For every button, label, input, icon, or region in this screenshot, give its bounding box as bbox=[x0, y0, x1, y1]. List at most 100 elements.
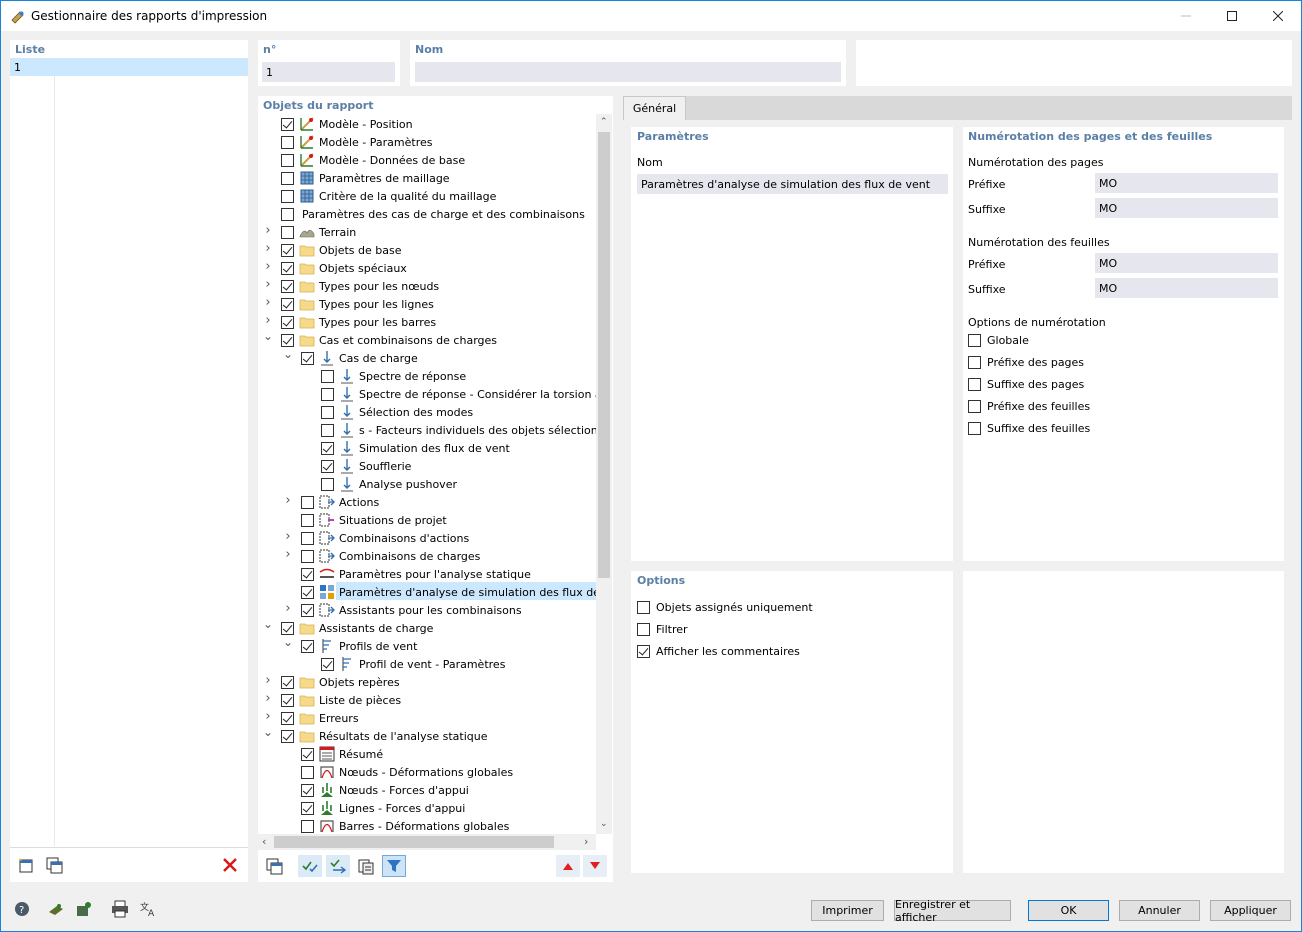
tree-row[interactable]: Lignes - Forces d'appui bbox=[258, 798, 596, 816]
tree-row[interactable]: Paramètres pour l'analyse statique bbox=[258, 564, 596, 582]
parameters-name-field[interactable]: Paramètres d'analyse de simulation des f… bbox=[637, 174, 948, 194]
tree-row[interactable]: › Objets spéciaux bbox=[258, 258, 596, 276]
tree-checkbox[interactable] bbox=[321, 387, 334, 401]
scroll-up-icon[interactable]: ⌃ bbox=[600, 117, 608, 127]
tree-checkbox[interactable] bbox=[301, 603, 314, 617]
tree-checkbox[interactable] bbox=[281, 171, 294, 185]
numbering-option[interactable]: Globale bbox=[968, 334, 1029, 347]
tree-row[interactable]: ⌄ Cas et combinaisons de charges bbox=[258, 329, 596, 348]
tree-checkbox[interactable] bbox=[301, 531, 314, 545]
tree-row[interactable]: Modèle - Données de base bbox=[258, 150, 596, 168]
tree-checkbox[interactable] bbox=[301, 783, 314, 797]
chevron-right-icon[interactable]: › bbox=[263, 313, 273, 328]
tree-checkbox[interactable] bbox=[301, 567, 314, 581]
copy-report-button[interactable] bbox=[42, 854, 66, 876]
numbering-option-checkbox[interactable] bbox=[968, 400, 981, 413]
chevron-down-icon[interactable]: ⌄ bbox=[263, 329, 273, 343]
tree-row[interactable]: Résumé bbox=[258, 744, 596, 762]
numbering-option[interactable]: Préfixe des feuilles bbox=[968, 400, 1090, 413]
tree-checkbox[interactable] bbox=[281, 333, 294, 347]
chevron-right-icon[interactable]: › bbox=[263, 241, 273, 256]
tree-checkbox[interactable] bbox=[321, 441, 334, 455]
units-button[interactable] bbox=[44, 898, 68, 920]
tree-checkbox[interactable] bbox=[321, 477, 334, 491]
delete-report-button[interactable] bbox=[218, 854, 242, 876]
check-all-button[interactable] bbox=[298, 855, 322, 877]
tree-checkbox[interactable] bbox=[281, 297, 294, 311]
tree-checkbox[interactable] bbox=[281, 279, 294, 293]
tree-row[interactable]: Paramètres des cas de charge et des comb… bbox=[258, 204, 596, 222]
chevron-right-icon[interactable]: › bbox=[263, 691, 273, 706]
tree-checkbox[interactable] bbox=[321, 657, 334, 671]
tree-row[interactable]: Situations de projet bbox=[258, 510, 596, 528]
filter-button[interactable] bbox=[382, 855, 406, 877]
numbering-option-checkbox[interactable] bbox=[968, 378, 981, 391]
number-field[interactable]: 1 bbox=[262, 62, 395, 82]
tree-checkbox[interactable] bbox=[281, 207, 294, 221]
tree-row[interactable]: Sélection des modes bbox=[258, 402, 596, 420]
print-setup-button[interactable] bbox=[108, 898, 132, 920]
tree-row[interactable]: › Erreurs bbox=[258, 708, 596, 726]
toggle-check-button[interactable] bbox=[326, 855, 350, 877]
scroll-down-icon[interactable]: ⌄ bbox=[600, 819, 608, 829]
tree-checkbox[interactable] bbox=[301, 495, 314, 509]
tree-row[interactable]: ⌄ Assistants de charge bbox=[258, 617, 596, 636]
tree-row[interactable]: › Actions bbox=[258, 492, 596, 510]
tree-row[interactable]: Paramètres de maillage bbox=[258, 168, 596, 186]
option-item[interactable]: Afficher les commentaires bbox=[637, 645, 800, 658]
horizontal-scrollbar[interactable]: ‹ › bbox=[258, 834, 596, 850]
close-button[interactable] bbox=[1255, 1, 1301, 31]
chevron-right-icon[interactable]: › bbox=[263, 277, 273, 292]
ok-button[interactable]: OK bbox=[1028, 900, 1109, 921]
tree-row[interactable]: Simulation des flux de vent bbox=[258, 438, 596, 456]
save-and-show-button[interactable]: Enregistrer et afficher bbox=[894, 898, 1011, 924]
tree-checkbox[interactable] bbox=[301, 765, 314, 779]
minimize-button[interactable] bbox=[1163, 1, 1209, 31]
page-prefix-field[interactable]: MO bbox=[1095, 173, 1278, 193]
sheet-prefix-field[interactable]: MO bbox=[1095, 253, 1278, 273]
move-up-button[interactable] bbox=[556, 855, 580, 877]
tree-row[interactable]: › Liste de pièces bbox=[258, 690, 596, 708]
apply-button[interactable]: Appliquer bbox=[1210, 900, 1291, 921]
numbering-option[interactable]: Suffixe des feuilles bbox=[968, 422, 1090, 435]
tree-row[interactable]: Nœuds - Déformations globales bbox=[258, 762, 596, 780]
option-checkbox[interactable] bbox=[637, 601, 650, 614]
maximize-button[interactable] bbox=[1209, 1, 1255, 31]
option-checkbox[interactable] bbox=[637, 645, 650, 658]
numbering-option-checkbox[interactable] bbox=[968, 422, 981, 435]
tree-row[interactable]: Soufflerie bbox=[258, 456, 596, 474]
numbering-option-checkbox[interactable] bbox=[968, 334, 981, 347]
language-button[interactable]: 文A bbox=[136, 898, 160, 920]
tree-checkbox[interactable] bbox=[281, 711, 294, 725]
chevron-down-icon[interactable]: ⌄ bbox=[263, 617, 273, 631]
chevron-right-icon[interactable]: › bbox=[283, 601, 293, 616]
option-checkbox[interactable] bbox=[637, 623, 650, 636]
numbering-option-checkbox[interactable] bbox=[968, 356, 981, 369]
print-button[interactable]: Imprimer bbox=[811, 900, 884, 921]
tree-checkbox[interactable] bbox=[281, 693, 294, 707]
tree-row[interactable]: Profil de vent - Paramètres bbox=[258, 654, 596, 672]
hscrollbar-thumb[interactable] bbox=[274, 836, 554, 848]
tree-checkbox[interactable] bbox=[281, 153, 294, 167]
tree-checkbox[interactable] bbox=[281, 225, 294, 239]
tree-row[interactable]: › Types pour les lignes bbox=[258, 294, 596, 312]
chevron-down-icon[interactable]: ⌄ bbox=[263, 725, 273, 739]
tree-checkbox[interactable] bbox=[321, 405, 334, 419]
tree-row[interactable]: Spectre de réponse - Considérer la torsi… bbox=[258, 384, 596, 402]
numbering-option[interactable]: Suffixe des pages bbox=[968, 378, 1084, 391]
chevron-right-icon[interactable]: › bbox=[263, 673, 273, 688]
tree-checkbox[interactable] bbox=[281, 189, 294, 203]
tree-row[interactable]: Paramètres d'analyse de simulation des f… bbox=[258, 582, 596, 600]
tree-row[interactable]: › Objets de base bbox=[258, 240, 596, 258]
tree-row[interactable]: › Types pour les nœuds bbox=[258, 276, 596, 294]
tree-row[interactable]: ⌄ Résultats de l'analyse statique bbox=[258, 725, 596, 744]
settings-button[interactable] bbox=[72, 898, 96, 920]
chevron-right-icon[interactable]: › bbox=[263, 295, 273, 310]
tree-checkbox[interactable] bbox=[281, 261, 294, 275]
numbering-option[interactable]: Préfixe des pages bbox=[968, 356, 1084, 369]
page-suffix-field[interactable]: MO bbox=[1095, 198, 1278, 218]
chevron-right-icon[interactable]: › bbox=[263, 259, 273, 274]
move-down-button[interactable] bbox=[583, 855, 607, 877]
tree-checkbox[interactable] bbox=[281, 729, 294, 743]
tree-checkbox[interactable] bbox=[301, 549, 314, 563]
